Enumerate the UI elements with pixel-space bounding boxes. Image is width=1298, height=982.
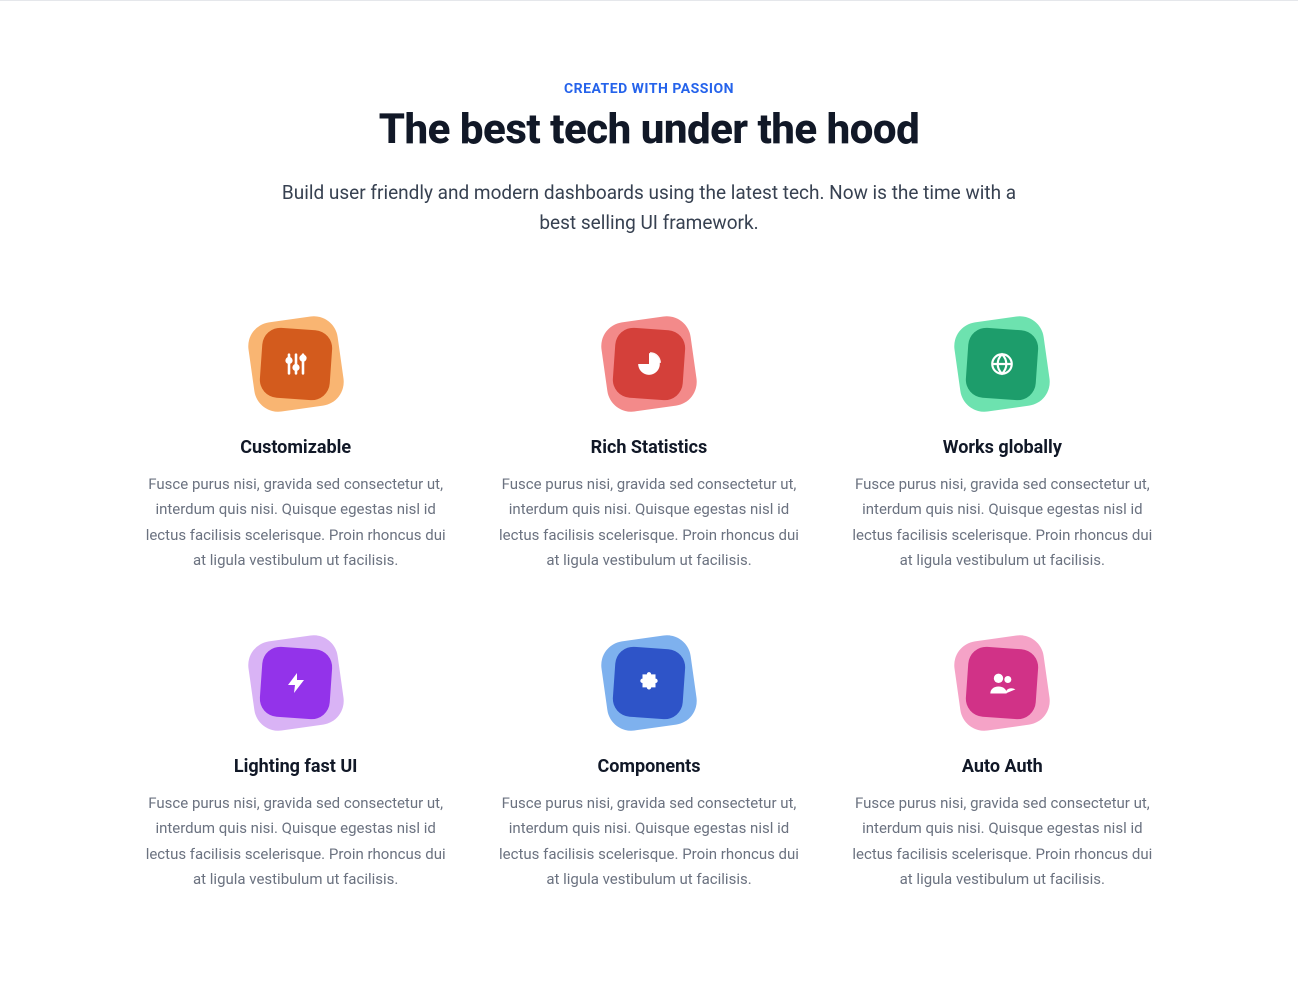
users-icon bbox=[988, 669, 1016, 697]
feature-lighting-fast-ui: Lighting fast UI Fusce purus nisi, gravi… bbox=[139, 638, 452, 893]
icon-box bbox=[258, 645, 333, 720]
features-section: CREATED WITH PASSION The best tech under… bbox=[99, 1, 1199, 953]
pie-chart-icon bbox=[636, 351, 662, 377]
icon-box bbox=[258, 326, 333, 401]
section-subheadline: Build user friendly and modern dashboard… bbox=[269, 178, 1029, 239]
feature-title: Rich Statistics bbox=[492, 437, 805, 458]
feature-desc: Fusce purus nisi, gravida sed consectetu… bbox=[492, 472, 805, 574]
feature-icon-wrap bbox=[251, 319, 341, 409]
icon-box bbox=[965, 326, 1040, 401]
feature-title: Components bbox=[492, 756, 805, 777]
feature-desc: Fusce purus nisi, gravida sed consectetu… bbox=[846, 472, 1159, 574]
feature-components: Components Fusce purus nisi, gravida sed… bbox=[492, 638, 805, 893]
feature-icon-wrap bbox=[604, 319, 694, 409]
feature-title: Auto Auth bbox=[846, 756, 1159, 777]
feature-icon-wrap bbox=[957, 319, 1047, 409]
section-headline: The best tech under the hood bbox=[139, 105, 1159, 154]
feature-title: Works globally bbox=[846, 437, 1159, 458]
icon-box bbox=[965, 645, 1040, 720]
feature-works-globally: Works globally Fusce purus nisi, gravida… bbox=[846, 319, 1159, 574]
sliders-icon bbox=[282, 350, 310, 378]
feature-icon-wrap bbox=[957, 638, 1047, 728]
feature-customizable: Customizable Fusce purus nisi, gravida s… bbox=[139, 319, 452, 574]
feature-desc: Fusce purus nisi, gravida sed consectetu… bbox=[139, 472, 452, 574]
features-grid: Customizable Fusce purus nisi, gravida s… bbox=[139, 319, 1159, 893]
feature-auto-auth: Auto Auth Fusce purus nisi, gravida sed … bbox=[846, 638, 1159, 893]
feature-desc: Fusce purus nisi, gravida sed consectetu… bbox=[492, 791, 805, 893]
globe-icon bbox=[989, 351, 1015, 377]
icon-box bbox=[612, 326, 687, 401]
feature-title: Customizable bbox=[139, 437, 452, 458]
feature-desc: Fusce purus nisi, gravida sed consectetu… bbox=[139, 791, 452, 893]
section-eyebrow: CREATED WITH PASSION bbox=[139, 81, 1159, 97]
feature-rich-statistics: Rich Statistics Fusce purus nisi, gravid… bbox=[492, 319, 805, 574]
feature-title: Lighting fast UI bbox=[139, 756, 452, 777]
bolt-icon bbox=[284, 671, 308, 695]
puzzle-icon bbox=[636, 670, 662, 696]
icon-box bbox=[612, 645, 687, 720]
feature-desc: Fusce purus nisi, gravida sed consectetu… bbox=[846, 791, 1159, 893]
feature-icon-wrap bbox=[604, 638, 694, 728]
feature-icon-wrap bbox=[251, 638, 341, 728]
